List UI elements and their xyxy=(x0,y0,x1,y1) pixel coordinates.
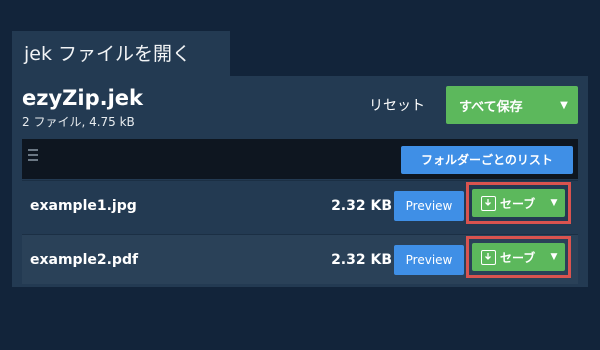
save-highlight: セーブ ▼ xyxy=(466,182,571,224)
save-highlight: セーブ ▼ xyxy=(466,236,571,278)
tab-title: jek ファイルを開く xyxy=(24,43,192,65)
hamburger-icon[interactable] xyxy=(28,149,42,163)
file-row: example2.pdf 2.32 KB Preview セーブ ▼ xyxy=(22,234,578,284)
open-file-tab: jek ファイルを開く xyxy=(12,31,230,77)
save-button[interactable]: セーブ ▼ xyxy=(472,189,565,217)
file-row: example1.jpg 2.32 KB Preview セーブ ▼ xyxy=(22,180,578,230)
preview-button[interactable]: Preview xyxy=(394,191,464,221)
download-icon xyxy=(481,195,496,211)
file-name: example1.jpg xyxy=(30,198,137,214)
save-all-button[interactable]: すべて保存 ▼ xyxy=(446,86,578,124)
archive-meta: 2 ファイル, 4.75 kB xyxy=(22,115,135,129)
preview-button[interactable]: Preview xyxy=(394,245,464,275)
save-label: セーブ xyxy=(500,196,536,211)
file-name: example2.pdf xyxy=(30,252,139,268)
save-button[interactable]: セーブ ▼ xyxy=(472,243,565,271)
save-label: セーブ xyxy=(500,250,536,265)
caret-down-icon[interactable]: ▼ xyxy=(543,252,565,262)
save-all-label: すべて保存 xyxy=(459,99,523,115)
folder-list-button[interactable]: フォルダーごとのリスト xyxy=(401,146,573,174)
file-list-toolbar: フォルダーごとのリスト xyxy=(22,139,578,179)
caret-down-icon[interactable]: ▼ xyxy=(543,198,565,208)
archive-panel: ezyZip.jek 2 ファイル, 4.75 kB リセット すべて保存 ▼ … xyxy=(12,76,588,287)
download-icon xyxy=(481,249,496,265)
reset-button[interactable]: リセット xyxy=(356,91,438,121)
caret-down-icon[interactable]: ▼ xyxy=(550,100,578,111)
file-size: 2.32 KB xyxy=(331,252,392,268)
archive-name: ezyZip.jek xyxy=(22,86,143,110)
file-size: 2.32 KB xyxy=(331,198,392,214)
